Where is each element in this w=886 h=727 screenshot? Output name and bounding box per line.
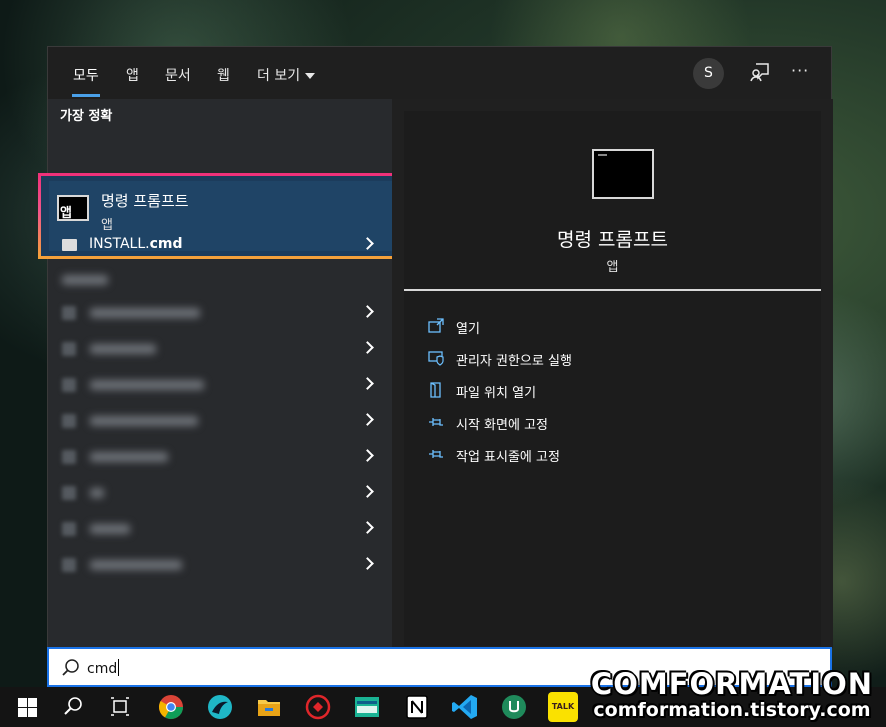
- task-view-icon[interactable]: [105, 692, 135, 722]
- chevron-right-icon[interactable]: [361, 305, 374, 318]
- list-item[interactable]: [48, 439, 392, 475]
- app-icon[interactable]: [303, 692, 333, 722]
- shield-icon: [428, 351, 444, 366]
- list-item[interactable]: [48, 331, 392, 367]
- search-input[interactable]: cmd: [87, 659, 120, 677]
- notion-icon[interactable]: [402, 692, 432, 722]
- list-item[interactable]: [48, 367, 392, 403]
- chevron-right-icon[interactable]: [361, 449, 374, 462]
- watermark-title: COMFORMATION: [590, 667, 874, 701]
- chrome-icon[interactable]: [156, 692, 186, 722]
- tab-more[interactable]: 더 보기: [257, 65, 316, 85]
- chevron-right-icon[interactable]: [361, 521, 374, 534]
- search-tab-bar: 모두 앱 문서 웹 더 보기 S ···: [48, 47, 831, 99]
- pin-icon: [429, 418, 443, 426]
- cmd-icon: [592, 149, 654, 199]
- apps-heading: 앱: [60, 206, 72, 221]
- chevron-down-icon: [305, 73, 316, 79]
- tab-all[interactable]: 모두: [73, 65, 99, 85]
- open-icon: [428, 318, 444, 333]
- app-icon[interactable]: [352, 692, 382, 722]
- active-tab-indicator: [72, 94, 100, 97]
- tab-more-label: 더 보기: [257, 68, 301, 84]
- start-search-panel: 모두 앱 문서 웹 더 보기 S ··· 가장 정확 명령 프롬프트 앱 앱 I…: [38, 46, 833, 648]
- list-item[interactable]: [48, 403, 392, 439]
- file-icon: [62, 239, 77, 251]
- action-label: 파일 위치 열기: [456, 386, 537, 401]
- vscode-icon[interactable]: [450, 692, 480, 722]
- text-cursor: [118, 659, 120, 676]
- watermark-url: comformation.tistory.com: [593, 699, 871, 721]
- feedback-icon[interactable]: [750, 62, 770, 82]
- preview-card: 명령 프롬프트 앱 열기 관리자 권한으로 실행 파일 위치 열기 시작 화면에…: [404, 111, 821, 646]
- tab-documents[interactable]: 문서: [165, 65, 191, 85]
- app-icon[interactable]: [499, 692, 529, 722]
- search-icon: [62, 659, 79, 676]
- chevron-right-icon[interactable]: [361, 341, 374, 354]
- search-icon[interactable]: [58, 692, 88, 722]
- app-icon[interactable]: [205, 692, 235, 722]
- pin-icon: [429, 450, 443, 458]
- preview-title: 명령 프롬프트: [557, 229, 668, 251]
- kakaotalk-icon[interactable]: TALK: [548, 692, 578, 722]
- chevron-right-icon[interactable]: [361, 377, 374, 390]
- results-list: 가장 정확 명령 프롬프트 앱 앱 INSTALL.cmd: [38, 99, 403, 648]
- list-item[interactable]: [48, 295, 392, 331]
- blurred-heading: [48, 262, 392, 298]
- preview-pane: 명령 프롬프트 앱 열기 관리자 권한으로 실행 파일 위치 열기 시작 화면에…: [392, 99, 833, 648]
- list-item-label: INSTALL.cmd: [89, 236, 183, 252]
- watermark: COMFORMATION comformation.tistory.com: [582, 668, 882, 720]
- folder-icon: [430, 382, 441, 398]
- chevron-right-icon[interactable]: [361, 237, 374, 250]
- action-label: 관리자 권한으로 실행: [456, 354, 572, 369]
- list-item[interactable]: [48, 511, 392, 547]
- chevron-right-icon[interactable]: [361, 485, 374, 498]
- chevron-right-icon[interactable]: [361, 413, 374, 426]
- action-label: 시작 화면에 고정: [456, 418, 548, 433]
- file-explorer-icon[interactable]: [254, 692, 284, 722]
- chevron-right-icon[interactable]: [361, 557, 374, 570]
- list-item[interactable]: [48, 547, 392, 583]
- windows-start-icon[interactable]: [12, 692, 42, 722]
- avatar[interactable]: S: [693, 58, 724, 89]
- action-label: 작업 표시줄에 고정: [456, 450, 560, 465]
- preview-subtitle: 앱: [606, 260, 619, 275]
- list-item[interactable]: [48, 475, 392, 511]
- divider: [404, 289, 821, 291]
- tab-apps[interactable]: 앱: [126, 65, 139, 85]
- best-match-title: 명령 프롬프트: [101, 192, 189, 210]
- list-item[interactable]: INSTALL.cmd: [48, 227, 392, 263]
- more-options-icon[interactable]: ···: [791, 61, 809, 80]
- best-match-heading: 가장 정확: [60, 109, 113, 124]
- tab-web[interactable]: 웹: [217, 65, 230, 85]
- action-label: 열기: [456, 322, 480, 337]
